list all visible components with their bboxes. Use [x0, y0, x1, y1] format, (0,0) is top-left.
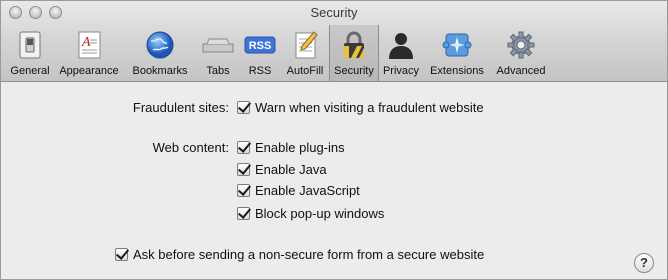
web-content-label: Web content:	[152, 140, 229, 155]
security-pane: Fraudulent sites: Warn when visiting a f…	[1, 82, 667, 279]
enable-javascript-option[interactable]: Enable JavaScript	[237, 183, 360, 198]
tab-rss[interactable]: RSS RSS	[239, 25, 281, 81]
fraudulent-warning-label: Warn when visiting a fraudulent website	[255, 100, 484, 115]
enable-javascript-checkbox[interactable]	[237, 184, 250, 197]
light-switch-icon	[14, 29, 46, 61]
preferences-toolbar: General A Appearance Bookmarks Tabs RSS …	[5, 25, 551, 81]
tab-bookmarks[interactable]: Bookmarks	[123, 25, 197, 81]
gear-icon	[505, 29, 537, 61]
tab-label: RSS	[248, 65, 272, 77]
tab-general[interactable]: General	[5, 25, 55, 81]
enable-plugins-option[interactable]: Enable plug-ins	[237, 140, 345, 155]
tab-label: Tabs	[206, 65, 230, 77]
window-chrome: Security General A Appearance Bookmarks …	[1, 1, 667, 82]
block-popups-option[interactable]: Block pop-up windows	[237, 206, 384, 221]
rss-badge: RSS	[249, 40, 272, 52]
tab-label: Advanced	[496, 65, 546, 77]
nonsecure-form-label: Ask before sending a non-secure form fro…	[133, 247, 485, 262]
globe-icon	[144, 29, 176, 61]
svg-text:A: A	[81, 35, 91, 50]
enable-plugins-label: Enable plug-ins	[255, 140, 345, 155]
tab-tabs[interactable]: Tabs	[197, 25, 239, 81]
tab-security[interactable]: Security	[329, 25, 379, 81]
tab-label: Extensions	[430, 65, 484, 77]
puzzle-compass-icon	[441, 29, 473, 61]
help-button[interactable]: ?	[634, 253, 654, 273]
block-popups-label: Block pop-up windows	[255, 206, 385, 221]
tab-extensions[interactable]: Extensions	[423, 25, 491, 81]
tab-appearance[interactable]: A Appearance	[55, 25, 123, 81]
tab-autofill[interactable]: AutoFill	[281, 25, 329, 81]
tab-privacy[interactable]: Privacy	[379, 25, 423, 81]
tab-label: Appearance	[59, 65, 119, 77]
fraudulent-sites-label: Fraudulent sites:	[132, 100, 229, 115]
lock-icon	[338, 29, 370, 61]
rss-icon: RSS	[244, 29, 276, 61]
pencil-document-icon	[289, 29, 321, 61]
window-title: Security	[310, 5, 358, 20]
tab-advanced[interactable]: Advanced	[491, 25, 551, 81]
tabs-icon	[202, 29, 234, 61]
enable-java-label: Enable Java	[255, 162, 327, 177]
block-popups-checkbox[interactable]	[237, 207, 250, 220]
tab-label: Security	[334, 65, 374, 77]
fraudulent-warning-checkbox[interactable]	[237, 101, 250, 114]
tab-label: AutoFill	[286, 65, 324, 77]
enable-javascript-label: Enable JavaScript	[255, 183, 360, 198]
nonsecure-form-option[interactable]: Ask before sending a non-secure form fro…	[115, 247, 484, 262]
enable-java-checkbox[interactable]	[237, 163, 250, 176]
enable-java-option[interactable]: Enable Java	[237, 162, 327, 177]
nonsecure-form-checkbox[interactable]	[115, 248, 128, 261]
font-document-icon: A	[73, 29, 105, 61]
enable-plugins-checkbox[interactable]	[237, 141, 250, 154]
person-silhouette-icon	[385, 29, 417, 61]
preferences-window: Security General A Appearance Bookmarks …	[0, 0, 668, 280]
tab-label: Bookmarks	[132, 65, 188, 77]
fraudulent-warning-option[interactable]: Warn when visiting a fraudulent website	[237, 100, 484, 115]
tab-label: General	[10, 65, 50, 77]
tab-label: Privacy	[382, 65, 420, 77]
